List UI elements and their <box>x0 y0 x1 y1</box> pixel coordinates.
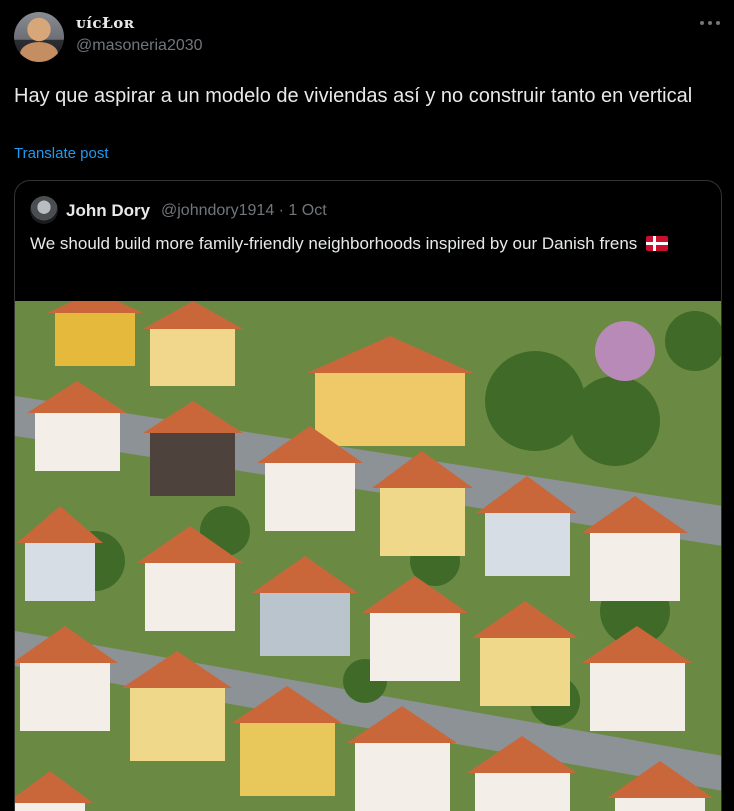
quoted-author-avatar[interactable] <box>30 196 58 224</box>
aerial-houses-photo[interactable] <box>15 301 721 811</box>
quoted-post-text-content: We should build more family-friendly nei… <box>30 234 638 253</box>
photo-illustration <box>15 301 721 811</box>
post-text: Hay que aspirar a un modelo de viviendas… <box>14 85 693 107</box>
author-display-name[interactable]: ᴜíᴄŁᴏʀ <box>76 14 135 32</box>
denmark-flag-icon <box>646 236 669 251</box>
more-options-icon[interactable] <box>700 16 720 30</box>
quoted-post[interactable]: John Dory @johndory1914 · 1 Oct We shoul… <box>14 180 722 811</box>
author-handle[interactable]: @masoneria2030 <box>76 37 203 55</box>
post: ᴜíᴄŁᴏʀ @masoneria2030 Hay que aspirar a … <box>0 0 734 811</box>
quoted-author-name[interactable]: John Dory <box>66 201 150 221</box>
quoted-author-meta: @johndory1914 · 1 Oct <box>161 202 327 219</box>
author-avatar[interactable] <box>14 12 64 62</box>
quoted-post-text: We should build more family-friendly nei… <box>30 231 710 256</box>
translate-post-link[interactable]: Translate post <box>14 145 109 162</box>
